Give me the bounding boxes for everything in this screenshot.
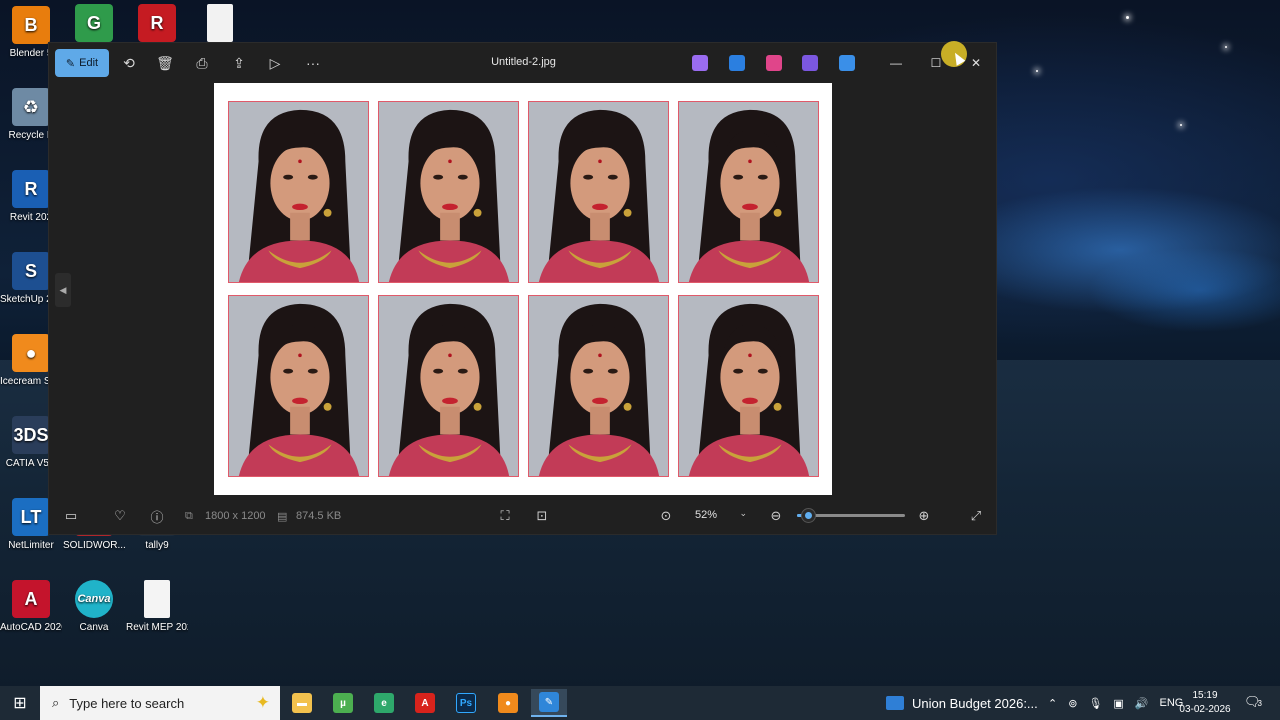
app-icon: S	[12, 252, 50, 290]
clipchamp-video-icon[interactable]	[802, 55, 818, 71]
clock[interactable]: 15:19 03-02-2026	[1176, 689, 1234, 717]
network-icon[interactable]: ▣	[1113, 697, 1123, 710]
minimize-button[interactable]: —	[885, 53, 907, 73]
passport-photo	[528, 295, 669, 477]
taskbar: ⊞ ⌕ Type here to search ✦ ▬ µ e A Ps ● ✎ Union…	[0, 686, 1280, 720]
search-box[interactable]: ⌕ Type here to search ✦	[40, 686, 280, 720]
meet-icon[interactable]: ⊚	[1068, 697, 1077, 710]
icecream-icon: ●	[498, 693, 518, 713]
taskbar-app-photoshop[interactable]: Ps	[448, 689, 484, 717]
info-icon[interactable]: ⓘ	[146, 505, 168, 527]
news-widget[interactable]: Union Budget 2026:...	[886, 686, 1038, 720]
scan-icon[interactable]: ⛶	[494, 505, 516, 527]
star	[1036, 70, 1038, 72]
desktop-icon-label: tally9	[145, 540, 169, 551]
app-icon: R	[12, 170, 50, 208]
passport-photo	[228, 295, 369, 477]
copilot-icon[interactable]	[692, 55, 708, 71]
actual-size-icon[interactable]: ⊙	[655, 505, 677, 527]
clock-date: 03-02-2026	[1179, 704, 1231, 715]
search-icon: ⌕	[52, 695, 60, 710]
filmstrip-icon[interactable]: ▭	[60, 505, 82, 527]
news-text: Union Budget 2026:...	[912, 695, 1038, 711]
app-icon	[207, 4, 233, 42]
app-icon: R	[138, 4, 176, 42]
taskbar-app-file-explorer[interactable]: ▬	[284, 689, 320, 717]
chevron-down-icon: ⌄	[739, 508, 747, 518]
image-canvas[interactable]	[214, 83, 832, 495]
desktop-icon[interactable]: Revit MEP 2023 Mall	[126, 580, 188, 634]
fullscreen-icon[interactable]: ⤢	[965, 505, 987, 527]
file-size-icon: ▤	[277, 511, 288, 523]
notification-icon[interactable]: 🗨 3	[1244, 694, 1264, 712]
image-dimensions: 1800 x 1200	[205, 510, 266, 522]
app-icon: ●	[12, 334, 50, 372]
chevron-up-icon[interactable]: ⌃	[1048, 697, 1057, 710]
star	[1126, 16, 1129, 19]
file-size: 874.5 KB	[296, 510, 342, 522]
passport-photo	[228, 101, 369, 283]
app-icon: B	[12, 6, 50, 44]
photoshop-icon: Ps	[456, 693, 476, 713]
photos-icon: ✎	[539, 692, 559, 712]
app-icon: Canva	[75, 580, 113, 618]
desktop-icon-label: NetLimiter	[8, 540, 54, 551]
app-icon: LT	[12, 498, 50, 536]
zoom-slider-knob[interactable]	[801, 509, 815, 522]
passport-photo	[378, 101, 519, 283]
acrobat-icon: A	[415, 693, 435, 713]
star	[1180, 124, 1182, 126]
system-tray: ⌃ ⊚ 🎙 ▣ 🔊 ENG	[1048, 686, 1183, 720]
app-icon: G	[75, 4, 113, 42]
desktop-icon-label: AutoCAD 2026 - ...	[0, 622, 62, 633]
close-button[interactable]: ✕	[965, 53, 987, 73]
window-toolbar: ✎ Edit ⟲ 🗑 ⎙ ⇪ ▷ ··· Untitled-2.jpg — ☐ …	[49, 43, 996, 83]
app-icon: A	[12, 580, 50, 618]
zoom-dropdown[interactable]: 52% ⌄	[685, 503, 755, 527]
zoom-out-icon[interactable]: ⊖	[765, 505, 787, 527]
passport-photo	[678, 295, 819, 477]
onedrive-icon[interactable]	[839, 55, 855, 71]
news-icon	[886, 696, 904, 710]
passport-photo	[528, 101, 669, 283]
notification-count: 3	[1257, 699, 1262, 708]
designer-icon[interactable]	[729, 55, 745, 71]
microphone-icon[interactable]: 🎙	[1088, 697, 1102, 710]
start-button[interactable]: ⊞	[0, 686, 40, 720]
taskbar-app-edge[interactable]: e	[366, 689, 402, 717]
clipchamp-icon[interactable]	[766, 55, 782, 71]
passport-photo	[678, 101, 819, 283]
ocr-icon[interactable]: ⊡	[531, 505, 553, 527]
edge-icon: e	[374, 693, 394, 713]
app-icon	[144, 580, 170, 618]
star	[1225, 46, 1227, 48]
window-title: Untitled-2.jpg	[491, 56, 556, 68]
file-explorer-icon: ▬	[292, 693, 312, 713]
desktop-icon-label: Canva	[79, 622, 109, 633]
status-bar: ▭ ♡ ⓘ ⧉ 1800 x 1200 ▤ 874.5 KB ⛶ ⊡ ⊙ 52%…	[49, 495, 996, 535]
app-icon: 3DS	[12, 416, 50, 454]
taskbar-app-icecream[interactable]: ●	[490, 689, 526, 717]
previous-image-button[interactable]: ◀	[55, 273, 71, 307]
photos-window[interactable]: ✎ Edit ⟲ 🗑 ⎙ ⇪ ▷ ··· Untitled-2.jpg — ☐ …	[48, 42, 997, 535]
search-placeholder: Type here to search	[69, 695, 185, 711]
passport-photo	[378, 295, 519, 477]
copilot-sparkle-icon[interactable]: ✦	[256, 693, 270, 713]
desktop-icon[interactable]: Canva Canva	[63, 580, 125, 634]
taskbar-app-acrobat[interactable]: A	[407, 689, 443, 717]
zoom-slider[interactable]	[797, 509, 905, 522]
taskbar-app-utorrent[interactable]: µ	[325, 689, 361, 717]
desktop-icon-label: SOLIDWOR... 2021	[63, 540, 125, 551]
desktop-icon-label: Revit MEP 2023 Mall	[126, 622, 188, 633]
utorrent-icon: µ	[333, 693, 353, 713]
desktop-icon[interactable]: A AutoCAD 2026 - ...	[0, 580, 62, 634]
zoom-value: 52%	[695, 509, 718, 521]
volume-icon[interactable]: 🔊	[1135, 697, 1149, 710]
zoom-in-icon[interactable]: ⊕	[913, 505, 935, 527]
dimensions-icon: ⧉	[185, 510, 193, 522]
taskbar-app-photos[interactable]: ✎	[531, 689, 567, 717]
clock-time: 15:19	[1192, 690, 1218, 701]
app-icon: ♻	[12, 88, 50, 126]
favorite-icon[interactable]: ♡	[109, 505, 131, 527]
